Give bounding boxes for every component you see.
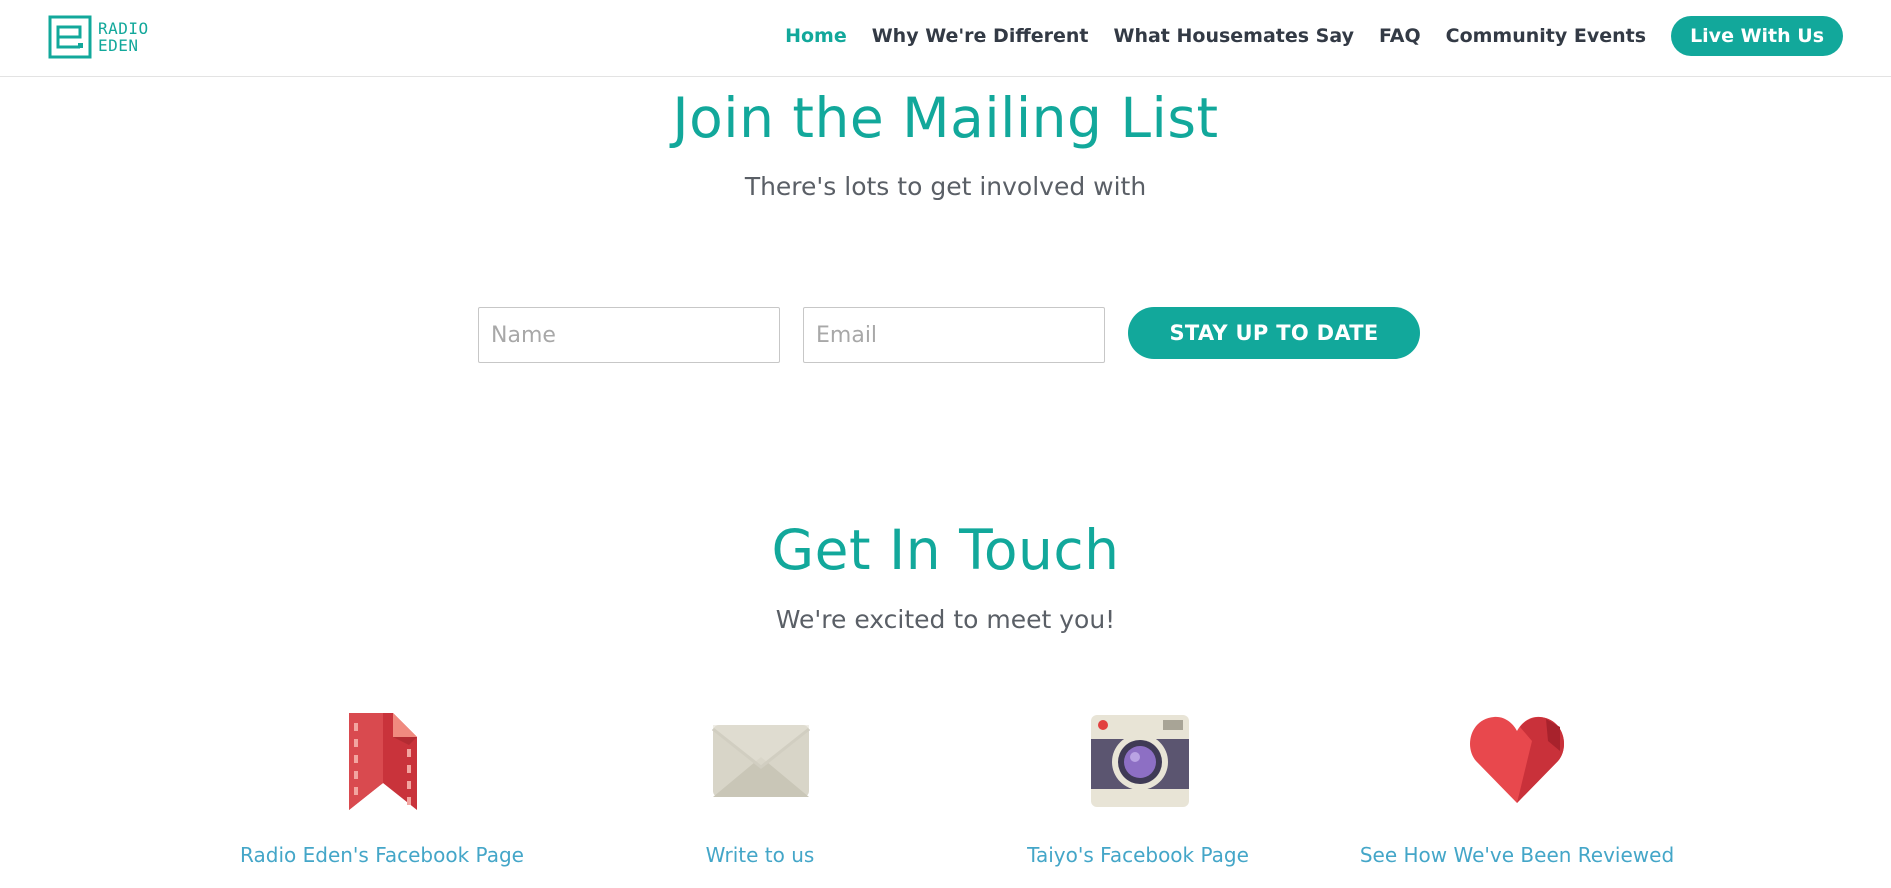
name-input[interactable] [478,307,780,363]
facebook-page-link[interactable]: Radio Eden's Facebook Page [192,843,572,867]
nav-housemates-say[interactable]: What Housemates Say [1113,25,1354,47]
get-in-touch-title: Get In Touch [771,518,1120,582]
heart-icon [1470,716,1564,803]
write-to-us-link[interactable]: Write to us [570,843,950,867]
get-in-touch-subtitle: We're excited to meet you! [775,605,1116,634]
logo-text: RADIO EDEN [98,20,149,54]
logo-mark-icon [48,15,92,59]
main-nav: Home Why We're Different What Housemates… [760,16,1843,56]
logo-line-2: EDEN [98,36,139,55]
taiyo-facebook-link[interactable]: Taiyo's Facebook Page [948,843,1328,867]
mailing-list-subtitle: There's lots to get involved with [744,172,1147,201]
envelope-icon [712,725,810,797]
camera-icon [1091,715,1189,807]
bookmark-icon [349,713,417,810]
radio-eden-logo[interactable]: RADIO EDEN [48,14,149,60]
nav-why-different[interactable]: Why We're Different [872,25,1089,47]
contact-card-taiyo: Taiyo's Facebook Page [948,705,1328,867]
stay-up-to-date-button[interactable]: STAY UP TO DATE [1128,307,1420,359]
email-input[interactable] [803,307,1105,363]
contact-card-facebook: Radio Eden's Facebook Page [192,705,572,867]
mailing-list-title: Join the Mailing List [672,86,1219,150]
site-header: RADIO EDEN Home Why We're Different What… [0,0,1891,77]
nav-community-events[interactable]: Community Events [1446,25,1646,47]
reviews-link[interactable]: See How We've Been Reviewed [1327,843,1707,867]
contact-card-write: Write to us [570,705,950,867]
contact-card-reviews: See How We've Been Reviewed [1327,705,1707,867]
nav-home[interactable]: Home [785,25,847,47]
live-with-us-button[interactable]: Live With Us [1671,16,1843,56]
nav-faq[interactable]: FAQ [1379,25,1421,47]
logo-line-1: RADIO [98,19,149,38]
